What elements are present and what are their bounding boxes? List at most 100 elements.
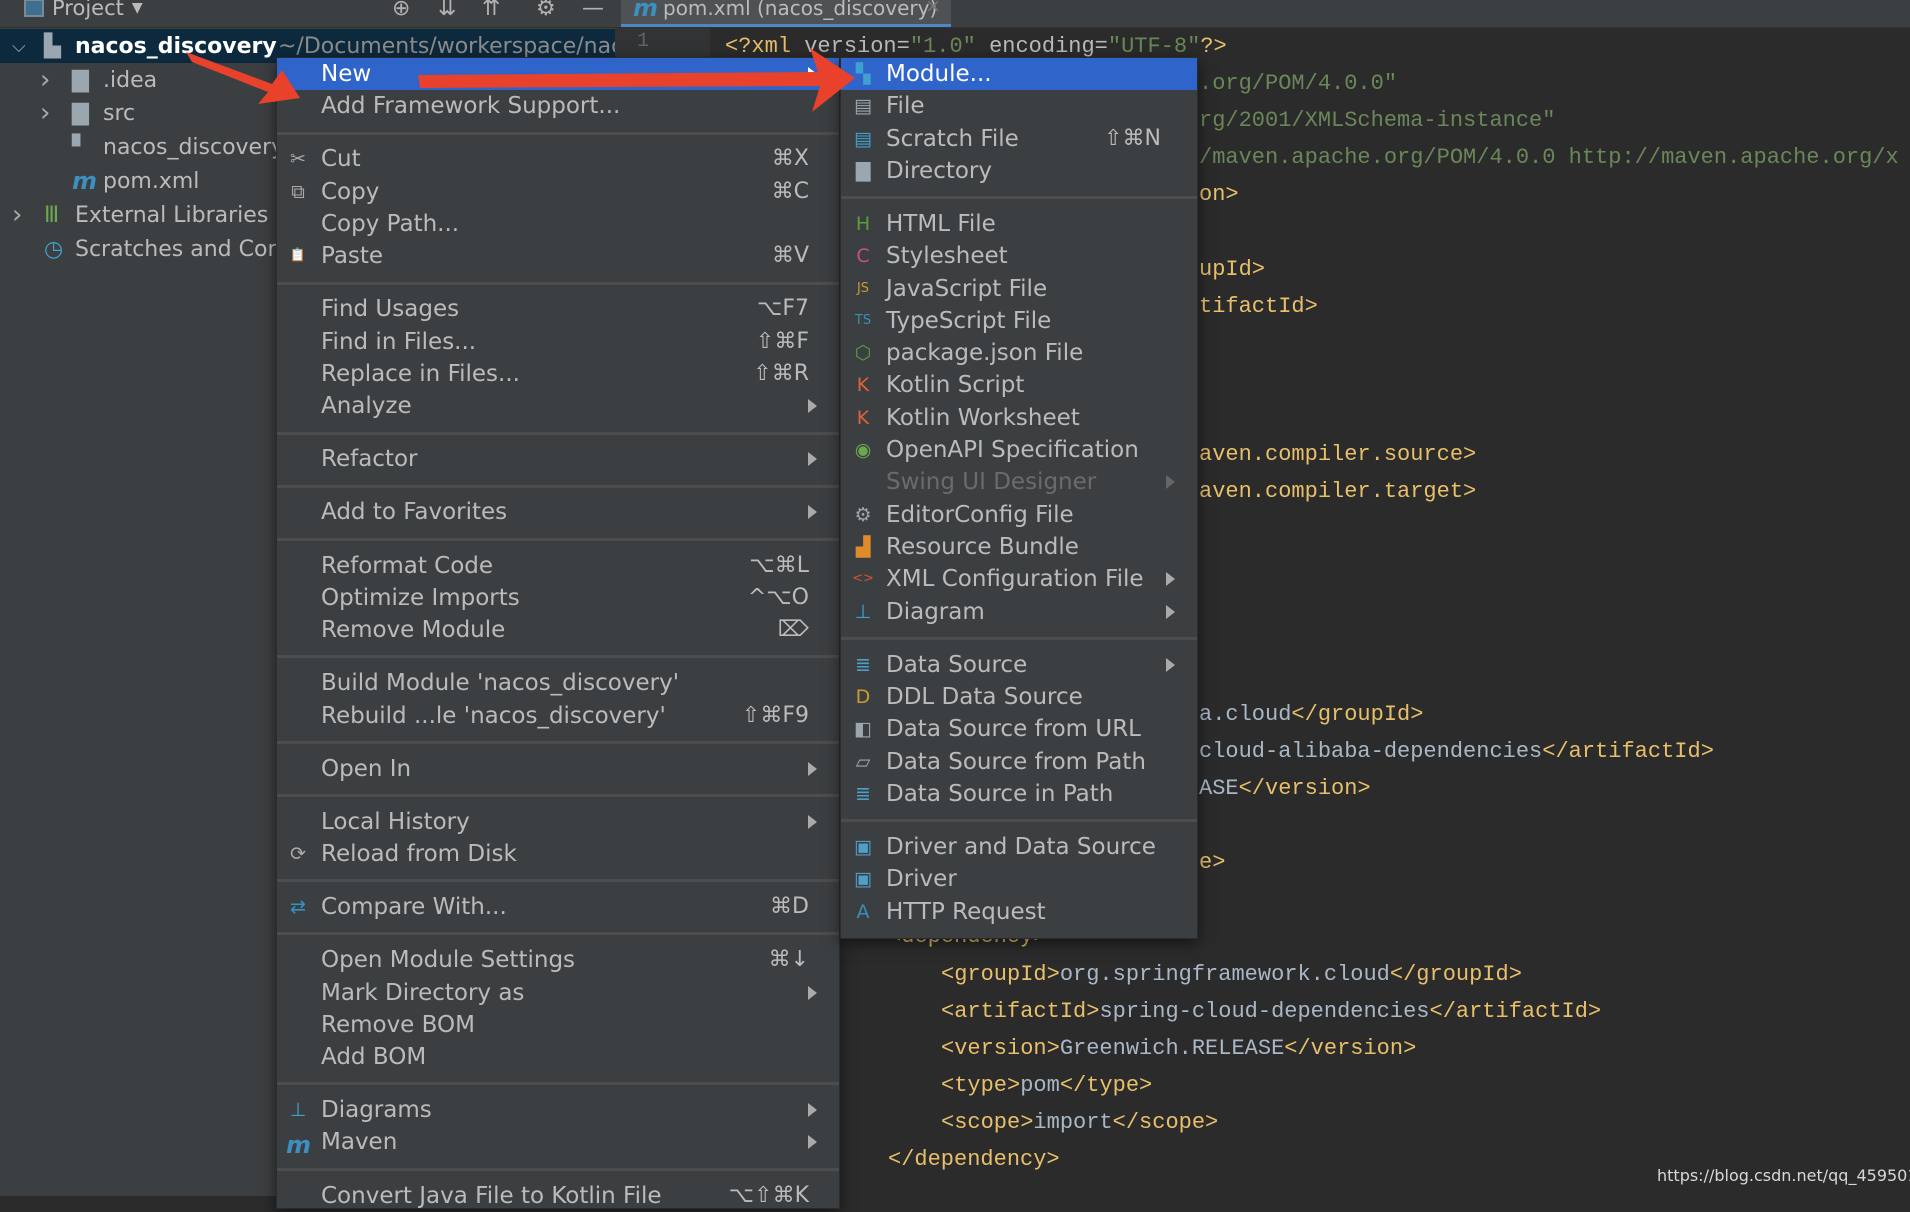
menu-item-stylesheet[interactable]: C Stylesheet — [841, 240, 1197, 272]
project-view-selector[interactable]: Project ▼ — [24, 0, 143, 20]
menu-item-shortcut: ⇧⌘F9 — [741, 702, 809, 728]
code-token: <version> — [941, 1035, 1060, 1061]
submenu-arrow-icon — [1166, 572, 1175, 587]
chevron-right-icon[interactable]: › — [40, 98, 50, 128]
menu-item-kotlin-worksheet[interactable]: K Kotlin Worksheet — [841, 402, 1197, 434]
minimize-icon[interactable]: — — [582, 0, 604, 21]
code-line: <type>pom</type> — [941, 1067, 1152, 1104]
menu-item-label: HTTP Request — [886, 898, 1046, 925]
chevron-right-icon[interactable]: › — [40, 65, 50, 95]
menu-item-refactor[interactable]: Refactor — [277, 443, 839, 475]
code-line: on> — [1199, 176, 1239, 213]
menu-item-label: Data Source from Path — [886, 748, 1146, 775]
menu-item-replace-in-files[interactable]: Replace in Files... ⇧⌘R — [277, 358, 839, 390]
expand-all-icon[interactable]: ⇊ — [438, 0, 456, 21]
menu-item-open-in[interactable]: Open In — [277, 753, 839, 785]
menu-item-data-source-from-url[interactable]: ◧ Data Source from URL — [841, 713, 1197, 745]
code-line: ASE</version> — [1199, 770, 1371, 807]
menu-item-package-json-file[interactable]: ⬡ package.json File — [841, 337, 1197, 369]
menu-item-data-source[interactable]: ≣ Data Source — [841, 649, 1197, 681]
menu-item-http-request[interactable]: A HTTP Request — [841, 896, 1197, 928]
menu-item-diagrams[interactable]: ⊥ Diagrams — [277, 1094, 839, 1126]
menu-item-label: Cut — [321, 146, 361, 173]
chevron-right-icon[interactable]: › — [12, 200, 22, 230]
menu-item-find-usages[interactable]: Find Usages ⌥F7 — [277, 293, 839, 325]
menu-item-swing-ui-designer[interactable]: Swing UI Designer — [841, 466, 1197, 498]
menu-item-shortcut: ⌥F7 — [756, 296, 809, 322]
collapse-all-icon[interactable]: ⇈ — [482, 0, 500, 21]
menu-item-editorconfig-file[interactable]: ⚙ EditorConfig File — [841, 499, 1197, 531]
menu-item-label: Scratch File — [886, 125, 1019, 152]
menu-item-rebuild-le-nacos-discovery[interactable]: Rebuild ...le 'nacos_discovery' ⇧⌘F9 — [277, 700, 839, 732]
menu-item-diagram[interactable]: ⊥ Diagram — [841, 596, 1197, 628]
menu-item-reload-from-disk[interactable]: ⟳ Reload from Disk — [277, 838, 839, 870]
menu-item-data-source-from-path[interactable]: ▱ Data Source from Path — [841, 746, 1197, 778]
menu-item-find-in-files[interactable]: Find in Files... ⇧⌘F — [277, 326, 839, 358]
submenu-arrow-icon — [1166, 657, 1175, 672]
menu-item-module[interactable]: ▚ Module... — [841, 58, 1197, 91]
menu-item-label: File — [886, 93, 925, 120]
tool-window-header: Project ▼ ⊕ ⇊ ⇈ ⚙ — m pom.xml (nacos_dis… — [0, 0, 1910, 28]
menu-item-mark-directory-as[interactable]: Mark Directory as — [277, 977, 839, 1009]
menu-item-copy[interactable]: ⧉ Copy ⌘C — [277, 176, 839, 208]
code-token: rg/2001/XMLSchema-instance" — [1199, 108, 1556, 134]
tree-item-label: .idea — [103, 67, 158, 93]
menu-item-driver[interactable]: ▣ Driver — [841, 863, 1197, 895]
context-menu: New Add Framework Support... ✂ Cut ⌘X ⧉ Copy ⌘C… — [276, 57, 840, 1209]
menu-item-html-file[interactable]: H HTML File — [841, 208, 1197, 240]
menu-item-resource-bundle[interactable]: ▟ Resource Bundle — [841, 531, 1197, 563]
code-token: import — [1033, 1109, 1113, 1135]
menu-item-add-bom[interactable]: Add BOM — [277, 1041, 839, 1073]
locate-icon[interactable]: ⊕ — [392, 0, 410, 21]
submenu-arrow-icon — [808, 1103, 817, 1118]
gear-icon[interactable]: ⚙ — [536, 0, 556, 21]
tab-pom-xml[interactable]: m pom.xml (nacos_discovery) × — [621, 0, 951, 27]
menu-item-reformat-code[interactable]: Reformat Code ⌥⌘L — [277, 550, 839, 582]
menu-item-add-to-favorites[interactable]: Add to Favorites — [277, 496, 839, 528]
menu-item-typescript-file[interactable]: TS TypeScript File — [841, 305, 1197, 337]
menu-item-label: Resource Bundle — [886, 533, 1079, 560]
menu-item-cut[interactable]: ✂ Cut ⌘X — [277, 143, 839, 175]
menu-item-scratch-file[interactable]: ▤ Scratch File ⇧⌘N — [841, 123, 1197, 155]
menu-item-kotlin-script[interactable]: K Kotlin Script — [841, 369, 1197, 401]
menu-item-remove-bom[interactable]: Remove BOM — [277, 1009, 839, 1041]
menu-item-file[interactable]: ▤ File — [841, 90, 1197, 122]
menu-item-ddl-data-source[interactable]: D DDL Data Source — [841, 681, 1197, 713]
menu-item-new[interactable]: New — [277, 58, 839, 91]
menu-item-xml-configuration-file[interactable]: <> XML Configuration File — [841, 563, 1197, 595]
menu-item-compare-with[interactable]: ⇄ Compare With... ⌘D — [277, 891, 839, 923]
menu-item-remove-module[interactable]: Remove Module ⌦ — [277, 614, 839, 646]
menu-item-label: Maven — [321, 1129, 398, 1156]
kotlin-icon: K — [856, 374, 870, 397]
menu-item-directory[interactable]: ▇ Directory — [841, 155, 1197, 187]
menu-separator — [277, 423, 839, 444]
folder-icon: ▇ — [72, 67, 89, 93]
menu-item-open-module-settings[interactable]: Open Module Settings ⌘↓ — [277, 944, 839, 976]
folder-icon: ▇ — [855, 159, 871, 182]
menu-item-shortcut: ⇧⌘R — [753, 360, 809, 386]
code-line: aven.compiler.target> — [1199, 473, 1476, 510]
menu-item-driver-and-data-source[interactable]: ▣ Driver and Data Source — [841, 831, 1197, 863]
menu-item-shortcut: ⌘C — [771, 178, 809, 204]
tree-item-label: nacos_discovery — [75, 33, 277, 59]
menu-item-analyze[interactable]: Analyze — [277, 390, 839, 422]
menu-item-copy-path[interactable]: Copy Path... — [277, 208, 839, 240]
menu-item-openapi-specification[interactable]: ◉ OpenAPI Specification — [841, 434, 1197, 466]
menu-item-label: XML Configuration File — [886, 566, 1144, 593]
menu-item-label: OpenAPI Specification — [886, 437, 1139, 464]
menu-item-javascript-file[interactable]: JS JavaScript File — [841, 273, 1197, 305]
close-icon[interactable]: × — [925, 0, 941, 17]
menu-item-shortcut: ⌥⇧⌘K — [728, 1182, 809, 1208]
chevron-down-icon[interactable]: ⌵ — [12, 36, 26, 57]
code-token: on> — [1199, 182, 1239, 208]
menu-item-data-source-in-path[interactable]: ≣ Data Source in Path — [841, 778, 1197, 810]
menu-item-build-module-nacos-discovery[interactable]: Build Module 'nacos_discovery' — [277, 667, 839, 699]
menu-item-label: Copy Path... — [321, 210, 460, 237]
menu-item-paste[interactable]: 📋 Paste ⌘V — [277, 240, 839, 272]
menu-item-local-history[interactable]: Local History — [277, 806, 839, 838]
menu-item-maven[interactable]: m Maven — [277, 1126, 839, 1159]
menu-item-label: Rebuild ...le 'nacos_discovery' — [321, 702, 666, 729]
code-token: a.cloud — [1199, 701, 1292, 727]
menu-item-optimize-imports[interactable]: Optimize Imports ^⌥O — [277, 582, 839, 614]
menu-item-add-framework-support[interactable]: Add Framework Support... — [277, 90, 839, 122]
